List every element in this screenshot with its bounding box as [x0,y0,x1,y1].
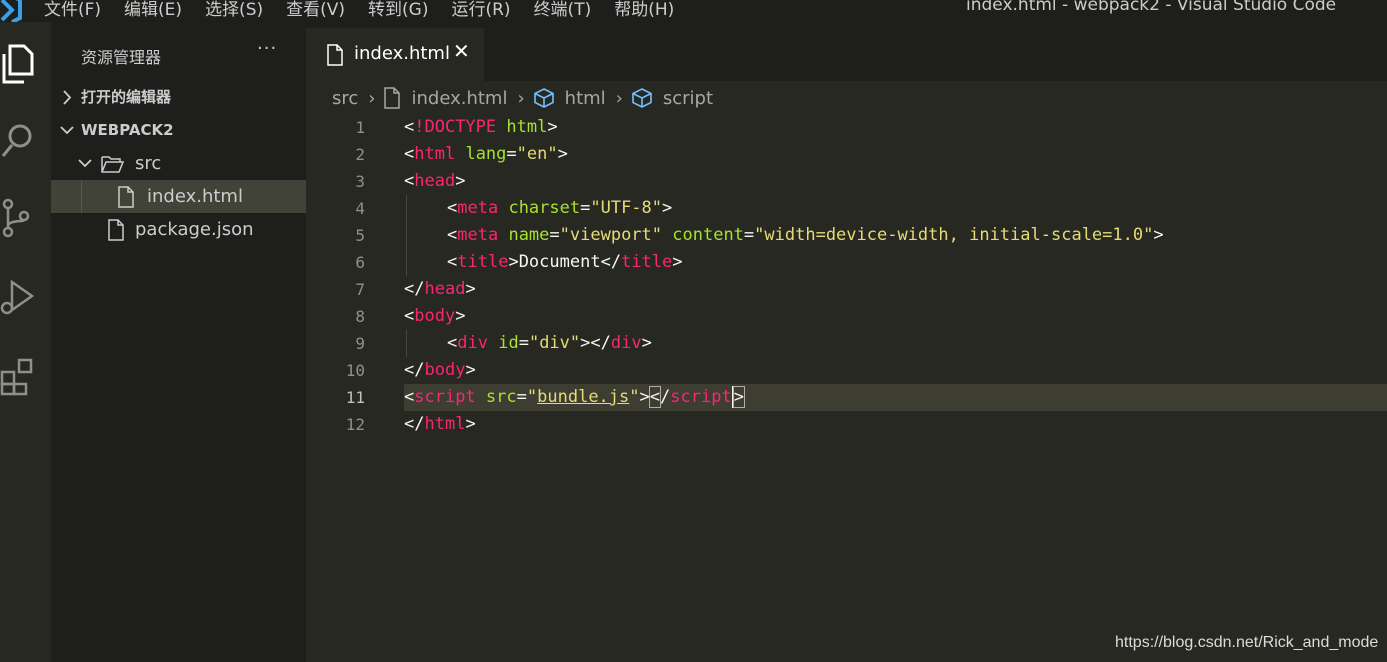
source-control-icon[interactable] [0,194,40,242]
chevron-right-icon [63,90,72,105]
code-line: </head> [404,279,476,299]
menu-bar: 文件(F) 编辑(E) 选择(S) 查看(V) 转到(G) 运行(R) 终端(T… [44,0,697,20]
code-line: <div id="div"></div> [447,333,652,353]
file-icon [384,87,401,109]
close-icon[interactable]: ✕ [453,39,470,63]
file-icon [327,44,343,66]
run-debug-icon[interactable] [0,272,40,320]
chevron-down-icon [60,126,74,135]
code-line: <head> [404,171,466,191]
breadcrumb-script[interactable]: script [663,88,713,109]
chevron-right-icon: › [517,87,525,109]
activity-bar [0,22,51,662]
code-line: <meta charset="UTF-8"> [447,198,673,218]
symbol-element-icon [632,88,652,108]
menu-view[interactable]: 查看(V) [286,0,345,20]
breadcrumb-html[interactable]: html [565,88,606,109]
line-number: 9 [355,334,365,353]
code-line: <html lang="en"> [404,144,568,164]
tree-item-package-json[interactable]: package.json [51,213,306,246]
chevron-right-icon: › [615,87,623,109]
explorer-icon[interactable] [0,40,40,88]
line-number: 1 [355,118,365,137]
line-number: 8 [355,307,365,326]
line-number: 4 [355,199,365,218]
tree-item-label: package.json [135,219,254,240]
line-number: 2 [355,145,365,164]
menu-edit[interactable]: 编辑(E) [124,0,182,20]
tab-index-html[interactable]: index.html ✕ [306,28,484,81]
menu-help[interactable]: 帮助(H) [614,0,674,20]
code-line: <title>Document</title> [447,252,683,272]
file-icon [108,219,124,241]
code-line: </html> [404,414,476,434]
tree-item-label: src [135,153,162,174]
chevron-down-icon [78,159,92,168]
line-number: 10 [345,361,365,380]
line-number: 3 [355,172,365,191]
title-bar: 文件(F) 编辑(E) 选择(S) 查看(V) 转到(G) 运行(R) 终端(T… [0,0,1387,22]
menu-selection[interactable]: 选择(S) [205,0,263,20]
code-line: </body> [404,360,476,380]
line-number: 5 [355,226,365,245]
window-title: index.html - webpack2 - Visual Studio Co… [966,0,1337,15]
watermark: https://blog.csdn.net/Rick_and_mode [1115,634,1379,651]
tree-item-index-html[interactable]: index.html [51,180,306,213]
sidebar-title: 资源管理器 [81,48,162,67]
chevron-right-icon: › [368,87,376,109]
breadcrumb-src[interactable]: src [332,88,358,109]
menu-terminal[interactable]: 终端(T) [534,0,592,20]
code-line-current: <script src="bundle.js"></script > [404,384,1387,411]
more-actions-icon[interactable]: ··· [257,38,277,59]
line-number: 11 [345,388,365,407]
breadcrumb: src › index.html › html › script [306,81,1387,115]
tree-item-label: index.html [147,186,243,207]
workspace-label: WEBPACK2 [81,121,174,139]
line-number: 7 [355,280,365,299]
explorer-sidebar: 资源管理器 ··· 打开的编辑器 WEBPACK2 src index.html [51,22,306,662]
menu-file[interactable]: 文件(F) [44,0,101,20]
workspace-section[interactable]: WEBPACK2 [51,114,306,147]
line-number: 12 [345,415,365,434]
tree-item-src[interactable]: src [51,147,306,180]
extensions-icon[interactable] [0,352,40,400]
code-line: <body> [404,306,466,326]
symbol-element-icon [533,88,554,108]
file-icon [118,186,134,208]
breadcrumb-index-html[interactable]: index.html [411,88,507,109]
open-editors-label: 打开的编辑器 [81,88,172,106]
sidebar-header: 资源管理器 ··· [51,22,306,81]
tree-indent-guide [81,180,82,213]
code-line: <!DOCTYPE html> [404,117,558,137]
folder-open-icon [101,156,125,173]
search-icon[interactable] [0,118,40,166]
vscode-logo-icon [0,0,22,22]
menu-run[interactable]: 运行(R) [451,0,510,20]
tab-label: index.html [354,43,450,64]
code-line: <meta name="viewport" content="width=dev… [447,225,1164,245]
open-editors-section[interactable]: 打开的编辑器 [51,81,306,114]
menu-go[interactable]: 转到(G) [368,0,428,20]
line-number: 6 [355,253,365,272]
editor-tab-bar: index.html ✕ [306,22,1387,81]
